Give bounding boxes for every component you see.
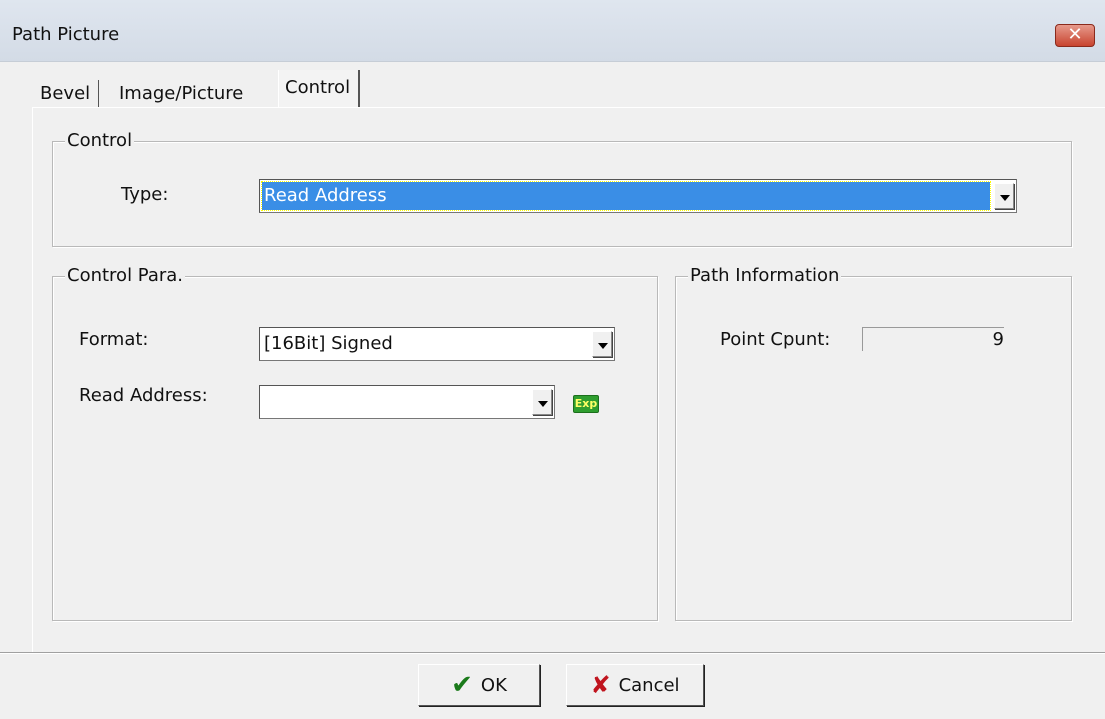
chevron-down-icon[interactable] (592, 331, 612, 357)
tab-image-picture[interactable]: Image/Picture (113, 80, 251, 108)
cancel-button-label: Cancel (618, 674, 680, 696)
format-label: Format: (79, 329, 149, 350)
control-group-title: Control (65, 129, 135, 153)
title-bar: Path Picture ✕ (0, 0, 1105, 62)
point-count-field: 9 (862, 327, 1004, 351)
close-button[interactable]: ✕ (1055, 24, 1095, 47)
tab-control[interactable]: Control (278, 70, 361, 108)
window-title: Path Picture (12, 24, 120, 45)
read-address-label: Read Address: (79, 385, 208, 406)
expression-icon[interactable]: Exp (573, 395, 599, 413)
control-para-group-title: Control Para. (65, 264, 186, 288)
type-select[interactable]: Read Address (259, 179, 1017, 213)
path-information-group: Path Information Point Cpunt: 9 (675, 264, 1072, 621)
cancel-button[interactable]: ✘ Cancel (566, 664, 704, 706)
chevron-down-icon[interactable] (994, 183, 1014, 209)
type-label: Type: (121, 184, 169, 205)
ok-button[interactable]: ✔ OK (418, 664, 540, 706)
point-count-label: Point Cpunt: (720, 329, 831, 350)
check-icon: ✔ (451, 670, 473, 700)
control-group: Control Type: Read Address (52, 129, 1072, 247)
tab-bevel[interactable]: Bevel (34, 80, 100, 108)
format-select-value: [16Bit] Signed (264, 333, 393, 354)
expression-icon-text: Exp (574, 397, 598, 410)
type-select-value: Read Address (264, 185, 387, 206)
ok-button-label: OK (480, 674, 507, 696)
format-select[interactable]: [16Bit] Signed (259, 327, 615, 361)
footer-separator (0, 652, 1105, 654)
point-count-value: 9 (992, 329, 1004, 350)
read-address-select[interactable] (259, 385, 555, 419)
path-information-group-title: Path Information (688, 264, 842, 288)
cancel-x-icon: ✘ (590, 671, 611, 699)
chevron-down-icon[interactable] (532, 389, 552, 415)
control-para-group: Control Para. Format: [16Bit] Signed Rea… (52, 264, 658, 621)
close-icon: ✕ (1067, 24, 1083, 45)
